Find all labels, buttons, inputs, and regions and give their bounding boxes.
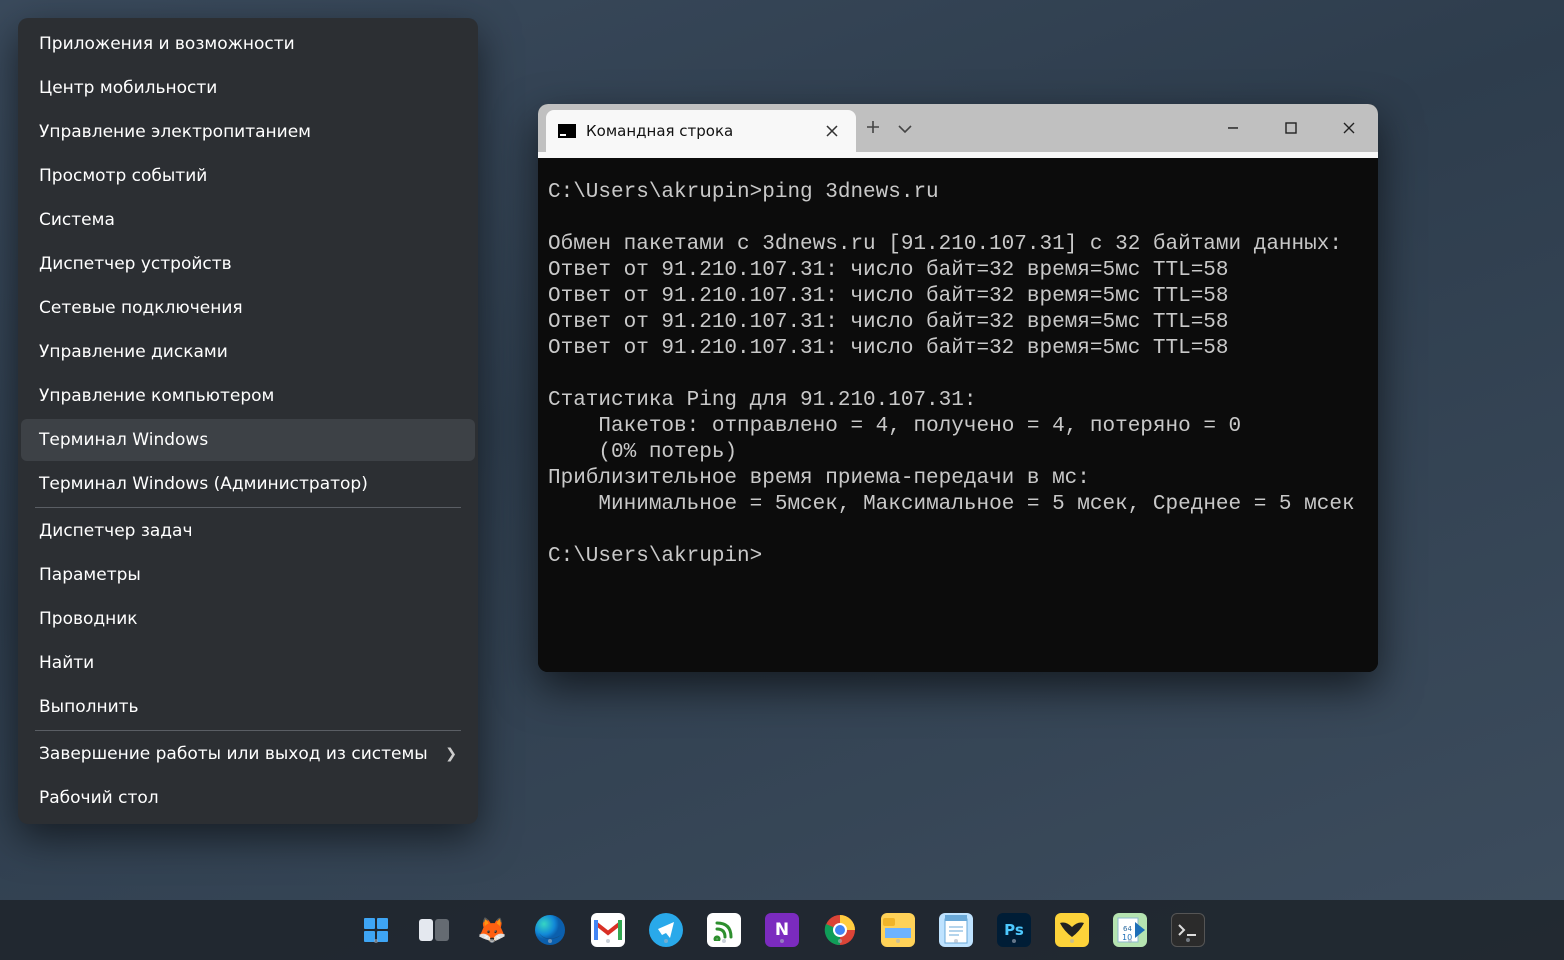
taskbar-icon-rss[interactable] xyxy=(707,913,741,947)
menu-item-label: Параметры xyxy=(39,565,141,585)
menu-item-label: Управление электропитанием xyxy=(39,122,311,142)
winx-context-menu: Приложения и возможности Центр мобильност… xyxy=(18,18,478,824)
taskbar-icon-firefox[interactable]: 🦊 xyxy=(475,913,509,947)
menu-item-label: Завершение работы или выход из системы xyxy=(39,744,428,764)
taskbar-icon-notepadpp[interactable]: 64 10 xyxy=(1113,913,1147,947)
menu-separator xyxy=(35,730,461,731)
menu-item[interactable]: Диспетчер устройств xyxy=(21,243,475,285)
menu-item[interactable]: Рабочий стол xyxy=(21,777,475,819)
menu-item[interactable]: Просмотр событий xyxy=(21,155,475,197)
taskbar-icon-explorer[interactable] xyxy=(881,913,915,947)
terminal-window: Командная строка C:\Users\akr xyxy=(538,104,1378,672)
menu-item[interactable]: Проводник xyxy=(21,598,475,640)
menu-item[interactable]: Терминал Windows xyxy=(21,419,475,461)
cmd-icon xyxy=(558,124,576,138)
menu-item-label: Управление дисками xyxy=(39,342,228,362)
menu-item-label: Рабочий стол xyxy=(39,788,159,808)
maximize-button[interactable] xyxy=(1262,104,1320,152)
menu-item[interactable]: Найти xyxy=(21,642,475,684)
menu-item[interactable]: Центр мобильности xyxy=(21,67,475,109)
taskbar: 🦊 N xyxy=(0,900,1564,960)
tab-command-prompt[interactable]: Командная строка xyxy=(546,110,856,152)
taskbar-icon-onenote[interactable]: N xyxy=(765,913,799,947)
tab-title: Командная строка xyxy=(586,122,733,140)
menu-item[interactable]: Система xyxy=(21,199,475,241)
menu-item[interactable]: Управление дисками xyxy=(21,331,475,373)
menu-separator xyxy=(35,507,461,508)
menu-item[interactable]: Управление электропитанием xyxy=(21,111,475,153)
menu-item[interactable]: Терминал Windows (Администратор) xyxy=(21,463,475,505)
menu-item-label: Просмотр событий xyxy=(39,166,207,186)
titlebar[interactable]: Командная строка xyxy=(538,104,1378,152)
menu-item-label: Диспетчер устройств xyxy=(39,254,232,274)
menu-item-label: Терминал Windows xyxy=(39,430,208,450)
new-tab-button[interactable] xyxy=(866,118,880,139)
menu-item[interactable]: Параметры xyxy=(21,554,475,596)
taskbar-icon-notepad[interactable] xyxy=(939,913,973,947)
taskbar-icon-edge[interactable] xyxy=(533,913,567,947)
menu-item[interactable]: Диспетчер задач xyxy=(21,510,475,552)
close-tab-button[interactable] xyxy=(822,121,842,141)
menu-item-label: Выполнить xyxy=(39,697,139,717)
menu-item-label: Приложения и возможности xyxy=(39,34,295,54)
menu-item[interactable]: Завершение работы или выход из системы ❯ xyxy=(21,733,475,775)
menu-item-label: Центр мобильности xyxy=(39,78,217,98)
taskbar-icon-telegram[interactable] xyxy=(649,913,683,947)
taskbar-icon-chrome[interactable] xyxy=(823,913,857,947)
taskbar-icon-photoshop[interactable]: Ps xyxy=(997,913,1031,947)
menu-item[interactable]: Приложения и возможности xyxy=(21,23,475,65)
minimize-button[interactable] xyxy=(1204,104,1262,152)
start-button[interactable] xyxy=(359,913,393,947)
task-view-button[interactable] xyxy=(417,913,451,947)
menu-item-label: Проводник xyxy=(39,609,138,629)
svg-text:64: 64 xyxy=(1123,925,1132,933)
menu-item-label: Сетевые подключения xyxy=(39,298,243,318)
menu-item[interactable]: Выполнить xyxy=(21,686,475,728)
menu-item-label: Система xyxy=(39,210,115,230)
menu-item-label: Управление компьютером xyxy=(39,386,274,406)
taskbar-icon-terminal[interactable] xyxy=(1171,913,1205,947)
taskbar-icon-thebat[interactable] xyxy=(1055,913,1089,947)
menu-item-label: Терминал Windows (Администратор) xyxy=(39,474,368,494)
tab-dropdown-button[interactable] xyxy=(898,118,912,139)
taskbar-icon-gmail[interactable] xyxy=(591,913,625,947)
menu-item[interactable]: Управление компьютером xyxy=(21,375,475,417)
terminal-output[interactable]: C:\Users\akrupin>ping 3dnews.ru Обмен па… xyxy=(538,158,1378,672)
menu-item-label: Найти xyxy=(39,653,94,673)
close-window-button[interactable] xyxy=(1320,104,1378,152)
menu-item-label: Диспетчер задач xyxy=(39,521,193,541)
chevron-right-icon: ❯ xyxy=(445,746,457,762)
menu-item[interactable]: Сетевые подключения xyxy=(21,287,475,329)
